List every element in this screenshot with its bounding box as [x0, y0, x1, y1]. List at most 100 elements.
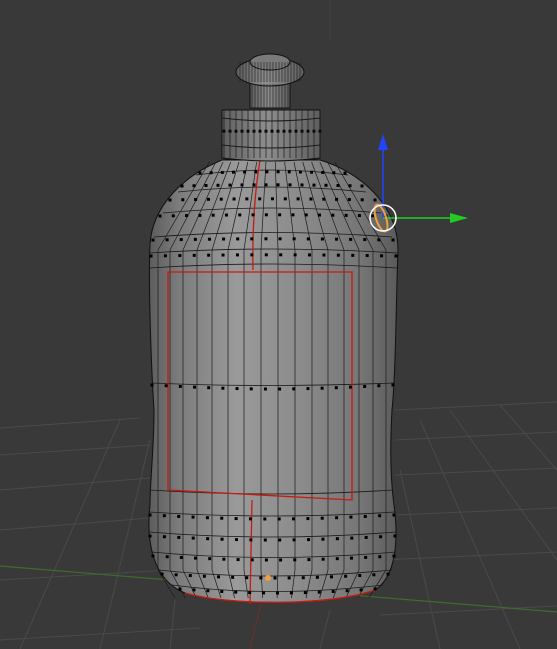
mesh-vertex[interactable]	[206, 537, 210, 541]
mesh-vertex[interactable]	[234, 590, 238, 594]
mesh-vertex[interactable]	[296, 197, 300, 201]
mesh-vertex[interactable]	[162, 535, 166, 539]
mesh-vertex[interactable]	[181, 198, 185, 202]
mesh-vertex[interactable]	[300, 183, 304, 187]
mesh-vertex[interactable]	[298, 170, 302, 174]
mesh-vertex[interactable]	[303, 591, 307, 595]
bottle-mesh[interactable]	[148, 155, 399, 605]
mesh-vertex[interactable]	[345, 589, 349, 593]
mesh-vertex[interactable]	[221, 386, 225, 390]
mesh-vertex[interactable]	[312, 129, 316, 133]
mesh-vertex[interactable]	[252, 183, 256, 187]
mesh-vertex[interactable]	[371, 214, 375, 218]
mesh-vertex[interactable]	[168, 198, 172, 202]
mesh-vertex[interactable]	[194, 556, 198, 560]
mesh-vertex[interactable]	[322, 253, 326, 257]
mesh-vertex[interactable]	[287, 576, 291, 580]
mesh-vertex[interactable]	[250, 237, 254, 241]
mesh-vertex[interactable]	[249, 387, 253, 391]
mesh-vertex[interactable]	[179, 238, 183, 242]
mesh-vertex[interactable]	[364, 535, 368, 539]
mesh-vertex[interactable]	[317, 590, 321, 594]
mesh-vertex[interactable]	[292, 538, 296, 542]
mesh-vertex[interactable]	[334, 386, 338, 390]
mesh-vertex[interactable]	[336, 253, 340, 257]
mesh-vertex[interactable]	[307, 558, 311, 562]
mesh-vertex[interactable]	[243, 170, 247, 174]
mesh-vertex[interactable]	[231, 575, 235, 579]
mesh-vertex[interactable]	[350, 536, 354, 540]
mesh-vertex[interactable]	[277, 517, 281, 521]
mesh-vertex[interactable]	[394, 254, 398, 258]
mesh-vertex[interactable]	[258, 129, 262, 133]
mesh-vertex[interactable]	[228, 129, 232, 133]
mesh-vertex[interactable]	[258, 197, 262, 201]
mesh-vertex[interactable]	[392, 554, 396, 558]
mesh-vertex[interactable]	[365, 254, 369, 258]
mesh-vertex[interactable]	[318, 213, 322, 217]
mesh-vertex[interactable]	[332, 171, 336, 175]
mesh-vertex[interactable]	[259, 576, 263, 580]
mesh-vertex[interactable]	[276, 129, 280, 133]
mesh-vertex[interactable]	[231, 170, 235, 174]
mesh-vertex[interactable]	[193, 237, 197, 241]
mesh-vertex[interactable]	[148, 534, 152, 538]
mesh-vertex[interactable]	[235, 253, 239, 257]
mesh-vertex[interactable]	[263, 517, 267, 521]
mesh-vertex[interactable]	[320, 516, 324, 520]
mesh-vertex[interactable]	[278, 387, 282, 391]
mesh-vertex[interactable]	[320, 237, 324, 241]
mesh-vertex[interactable]	[177, 535, 181, 539]
mesh-vertex[interactable]	[273, 576, 277, 580]
mesh-vertex[interactable]	[151, 238, 155, 242]
mesh-vertex[interactable]	[165, 238, 169, 242]
mesh-vertex[interactable]	[379, 535, 383, 539]
mesh-vertex[interactable]	[393, 534, 397, 538]
mesh-vertex[interactable]	[263, 538, 267, 542]
mesh-vertex[interactable]	[349, 237, 353, 241]
mesh-vertex[interactable]	[373, 198, 377, 202]
mesh-vertex[interactable]	[279, 558, 283, 562]
mesh-vertex[interactable]	[174, 573, 178, 577]
mesh-vertex[interactable]	[293, 558, 297, 562]
mesh-vertex[interactable]	[308, 253, 312, 257]
mesh-vertex[interactable]	[278, 237, 282, 241]
mesh-vertex[interactable]	[221, 253, 225, 257]
mesh-vertex[interactable]	[219, 197, 223, 201]
mesh-vertex[interactable]	[208, 557, 212, 561]
mesh-vertex[interactable]	[335, 537, 339, 541]
mesh-vertex[interactable]	[292, 387, 296, 391]
mesh-vertex[interactable]	[245, 576, 249, 580]
mesh-vertex[interactable]	[292, 517, 296, 521]
mesh-vertex[interactable]	[178, 384, 182, 388]
mesh-vertex[interactable]	[192, 184, 196, 188]
mesh-vertex[interactable]	[276, 591, 279, 595]
mesh-vertex[interactable]	[220, 516, 224, 520]
mesh-vertex[interactable]	[198, 171, 202, 175]
gizmo-z-arrow[interactable]	[378, 134, 388, 150]
mesh-vertex[interactable]	[378, 555, 382, 559]
mesh-vertex[interactable]	[288, 129, 292, 133]
mesh-vertex[interactable]	[335, 516, 339, 520]
mesh-vertex[interactable]	[306, 387, 310, 391]
mesh-vertex[interactable]	[192, 253, 196, 257]
mesh-vertex[interactable]	[191, 515, 195, 519]
mesh-vertex[interactable]	[378, 514, 382, 518]
mesh-vertex[interactable]	[309, 197, 313, 201]
mesh-vertex[interactable]	[336, 184, 340, 188]
mesh-vertex[interactable]	[217, 575, 220, 579]
mesh-vertex[interactable]	[360, 184, 364, 188]
mesh-vertex[interactable]	[287, 170, 291, 174]
mesh-vertex[interactable]	[335, 237, 339, 241]
mesh-vertex[interactable]	[222, 237, 226, 241]
mesh-vertex[interactable]	[236, 237, 240, 241]
mesh-vertex[interactable]	[363, 238, 367, 242]
mesh-vertex[interactable]	[216, 183, 220, 187]
mesh-vertex[interactable]	[300, 129, 304, 133]
mesh-vertex[interactable]	[185, 214, 189, 218]
mesh-vertex[interactable]	[193, 385, 197, 389]
mesh-vertex[interactable]	[276, 170, 280, 174]
mesh-vertex[interactable]	[276, 183, 280, 187]
mesh-vertex[interactable]	[192, 588, 196, 592]
mesh-vertex[interactable]	[283, 197, 287, 201]
